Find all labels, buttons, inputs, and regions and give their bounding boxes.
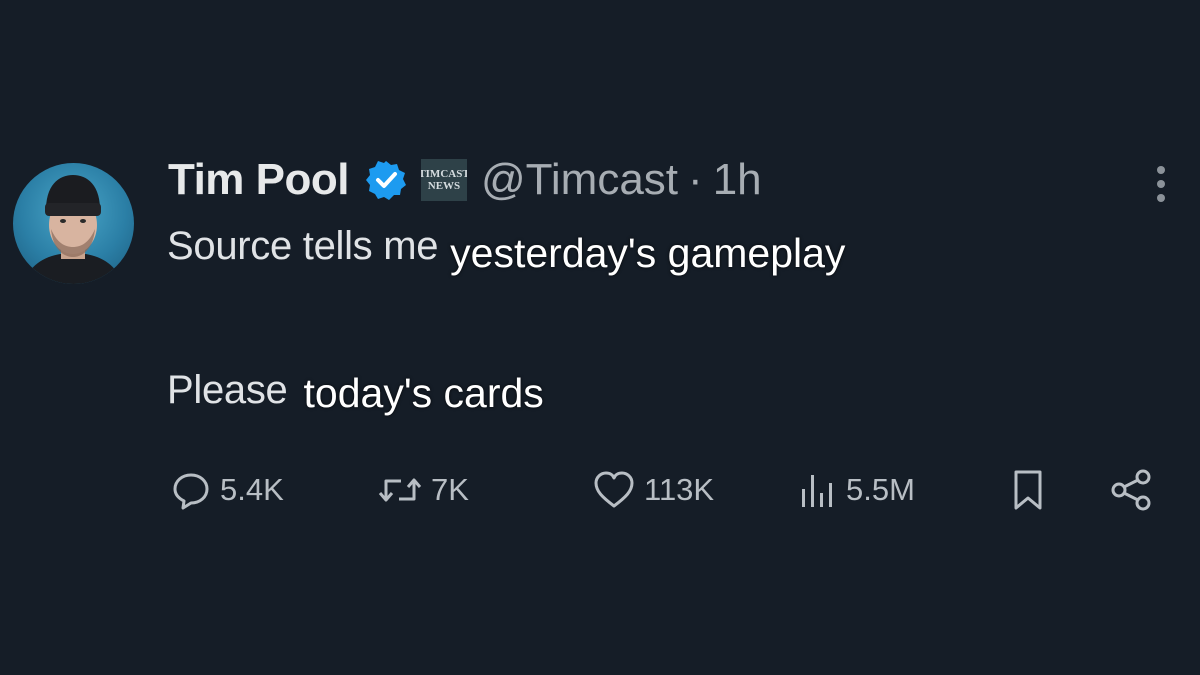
reply-icon [170,469,220,511]
affiliate-badge[interactable]: TIMCAST NEWS [420,159,467,201]
separator-dot: · [688,155,703,204]
like-button[interactable]: 113K [592,465,714,515]
avatar[interactable] [13,163,134,284]
views-button[interactable]: 5.5M [798,465,915,515]
tweet-text-overlay-2: today's cards [303,370,544,416]
tweet-text-original-1: Source tells me [167,224,439,268]
more-vertical-icon[interactable] [1146,160,1176,208]
tweet-text-overlay-1: yesterday's gameplay [450,230,846,276]
reply-button[interactable]: 5.4K [170,465,284,515]
tweet-text-line-2: Please today's cards [167,366,544,426]
like-count: 113K [644,472,715,507]
repost-icon [377,469,431,511]
repost-count: 7K [431,472,469,507]
handle[interactable]: @Timcast [481,155,678,205]
bookmark-button[interactable] [1008,465,1056,515]
tweet-actions: 5.4K 7K 113K 5.5M [170,465,1170,515]
reply-count: 5.4K [220,472,284,507]
verified-badge-icon[interactable] [365,159,407,201]
repost-button[interactable]: 7K [377,465,469,515]
share-icon [1108,467,1162,513]
display-name[interactable]: Tim Pool [168,155,349,205]
tweet-text-original-2: Please [167,368,288,412]
heart-icon [592,469,644,511]
affiliate-badge-line2: NEWS [427,180,461,192]
affiliate-badge-line1: TIMCAST [420,168,467,180]
share-button[interactable] [1108,465,1162,515]
timestamp[interactable]: 1h [713,155,762,205]
tweet-header: Tim Pool TIMCAST NEWS @Timcast · 1h [168,150,762,210]
bookmark-icon [1008,468,1056,512]
views-count: 5.5M [846,472,915,507]
tweet[interactable]: Tim Pool TIMCAST NEWS @Timcast · 1h Sour… [0,0,1200,675]
tweet-text-line-1: Source tells me yesterday's gameplay [167,222,845,282]
views-chart-icon [798,469,846,511]
